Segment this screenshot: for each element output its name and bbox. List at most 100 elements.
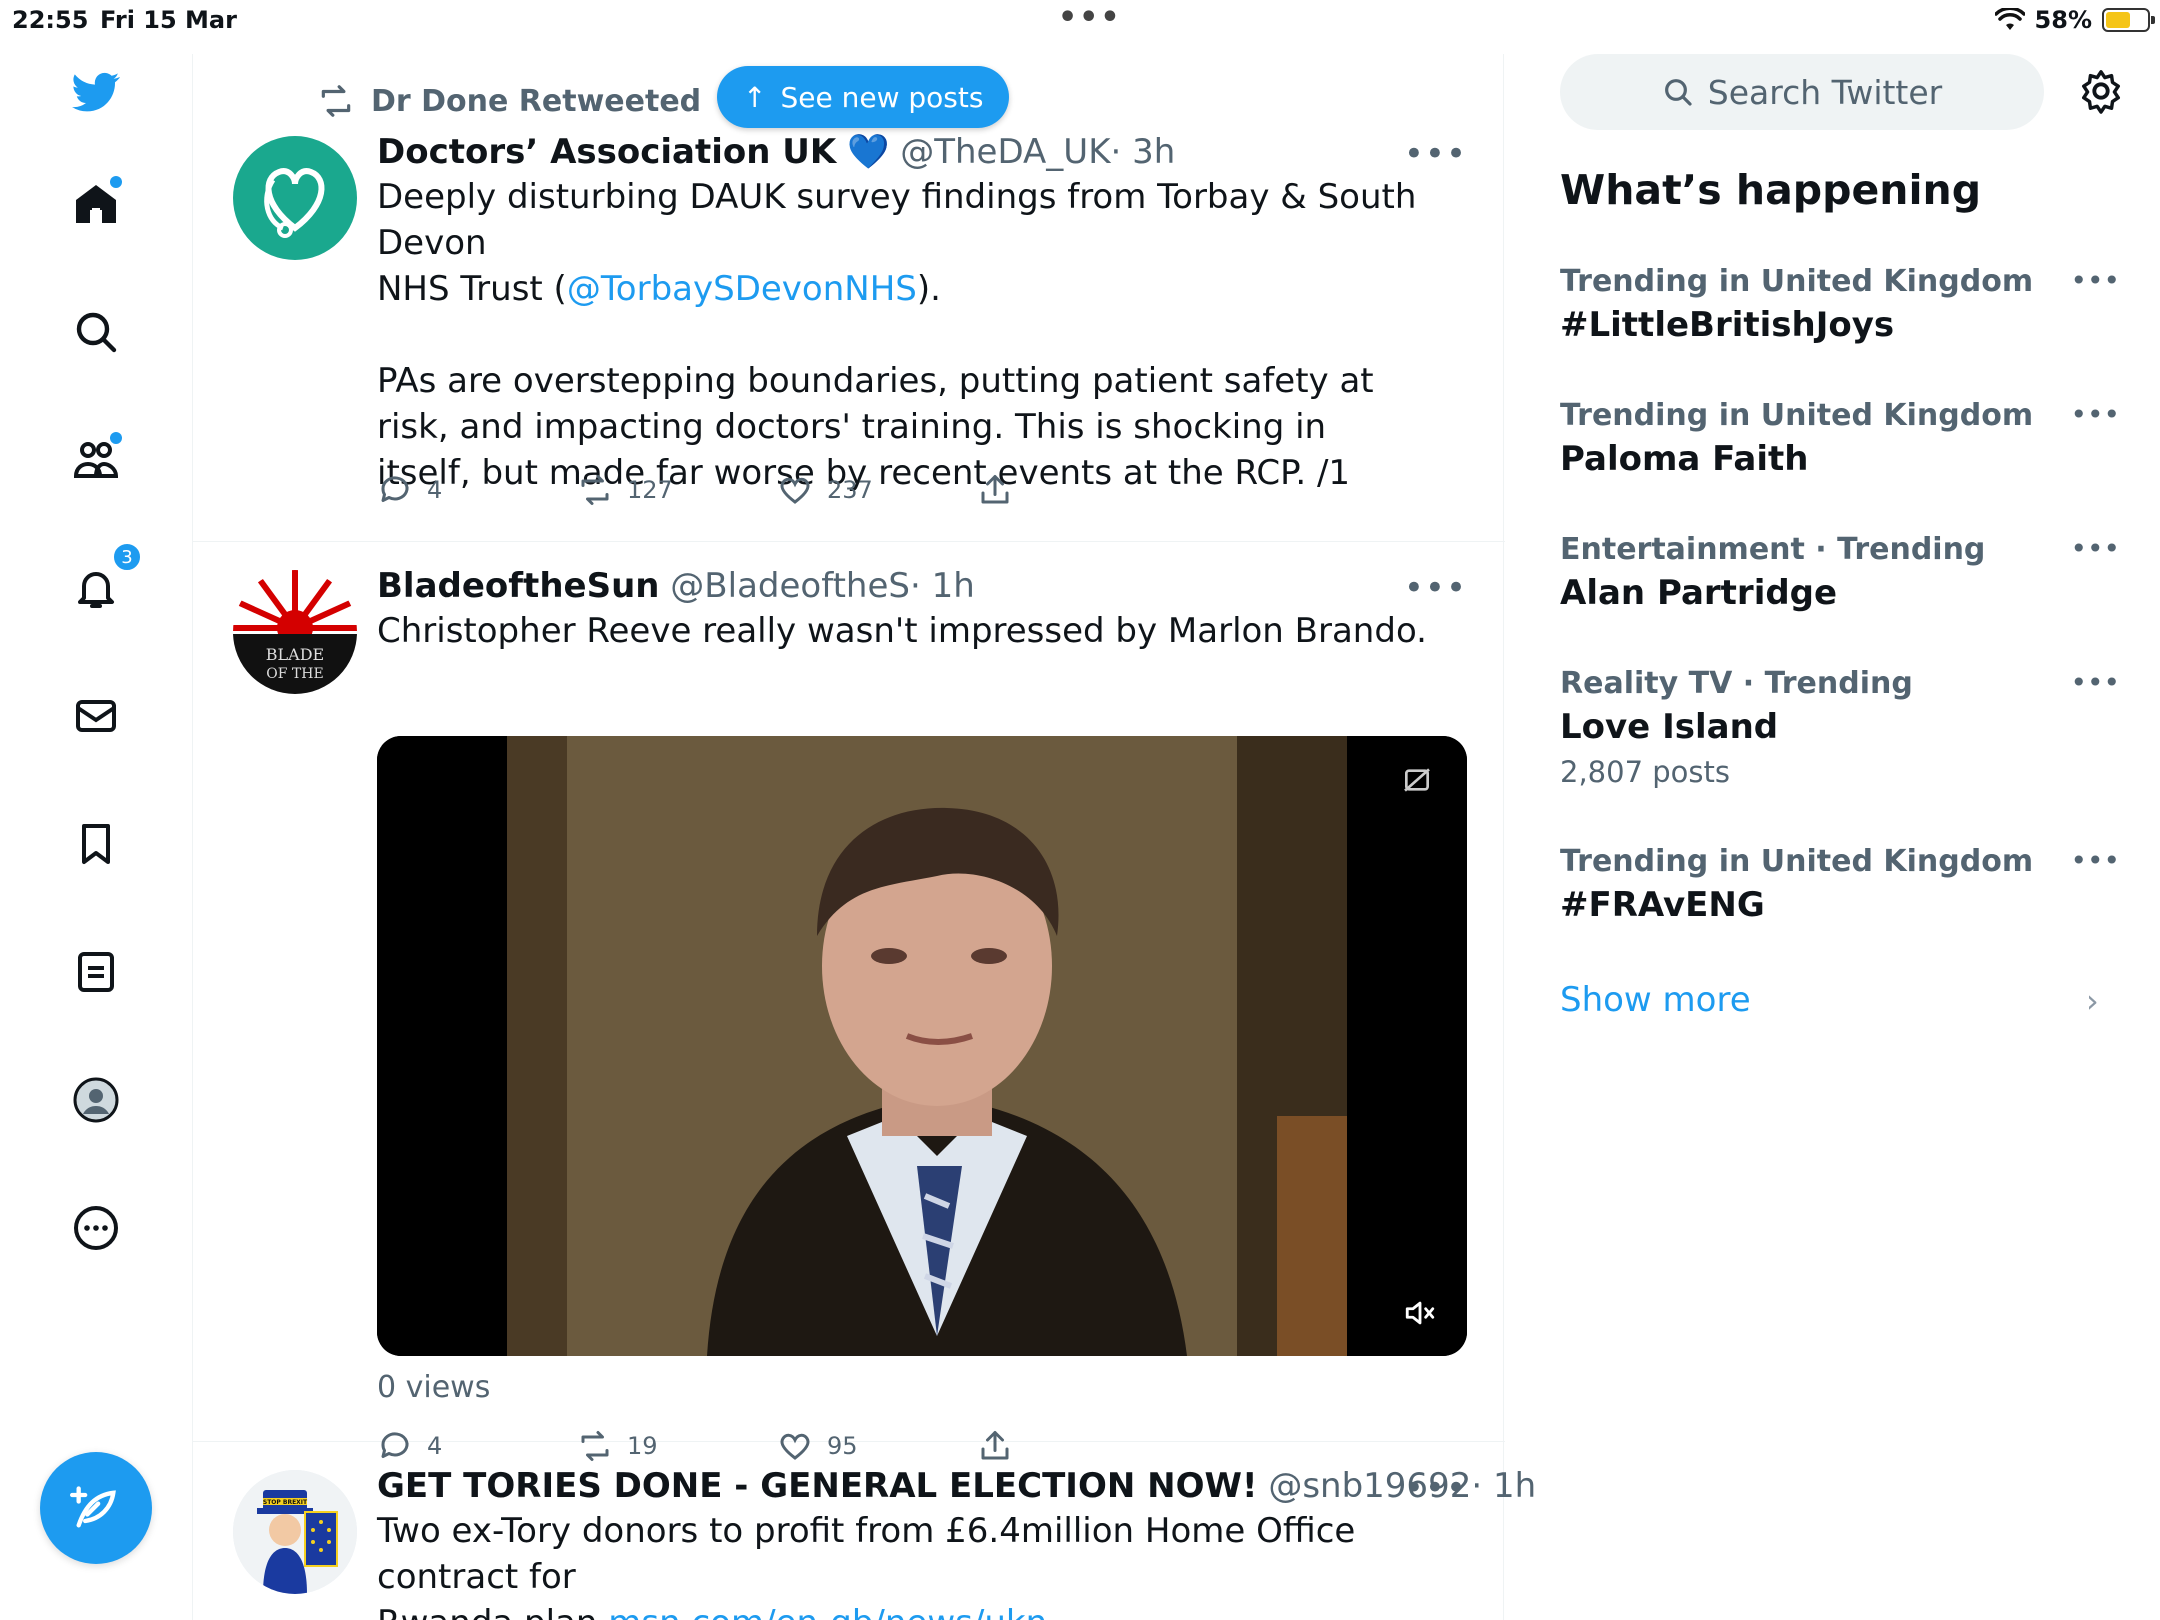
tweet-more-icon[interactable]: •••: [1404, 134, 1467, 174]
retweet-count: 127: [627, 476, 673, 504]
lists-icon: [78, 952, 114, 992]
tweet-text: Deeply disturbing DAUK survey findings f…: [377, 174, 1467, 496]
trend-item[interactable]: Entertainment · Trending Alan Partridge …: [1560, 532, 2120, 613]
author-name[interactable]: Doctors’ Association UK: [377, 132, 836, 172]
tweet-more-icon[interactable]: •••: [1404, 1468, 1467, 1508]
chevron-right-icon[interactable]: ›: [2086, 982, 2099, 1020]
trend-post-count: 2,807 posts: [1560, 755, 1730, 789]
trend-more-icon[interactable]: •••: [2070, 844, 2120, 877]
nav-home[interactable]: [64, 172, 128, 236]
side-navigation: 3: [0, 40, 192, 1620]
article-link[interactable]: msn.com/en-gb/news/ukn…: [608, 1603, 1081, 1620]
search-icon: [76, 312, 117, 353]
reply-button[interactable]: 4: [377, 472, 577, 508]
nav-communities[interactable]: [64, 428, 128, 492]
compose-tweet-button[interactable]: [40, 1452, 152, 1564]
tweet-text-fragment: NHS Trust (: [377, 269, 567, 309]
search-icon: [1664, 79, 1692, 106]
retweet-button[interactable]: 127: [577, 472, 777, 508]
twitter-logo-icon[interactable]: [64, 60, 128, 124]
avatar-text: BLADE: [266, 645, 324, 664]
tweet-header: Doctors’ Association UK 💙 @TheDA_UK· 3h: [377, 132, 1467, 172]
trend-meta: Trending in United Kingdom: [1560, 844, 2034, 879]
author-name[interactable]: GET TORIES DONE - GENERAL ELECTION NOW!: [377, 1466, 1258, 1506]
avatar[interactable]: STOP BREXIT: [233, 1470, 357, 1594]
tweet-bladeofthesun[interactable]: BLADE OF THE BladeoftheSun @BladeoftheS·…: [193, 542, 1505, 1461]
reply-count: 4: [427, 476, 443, 504]
search-input[interactable]: Search Twitter: [1560, 54, 2044, 130]
trend-item[interactable]: Trending in United Kingdom Paloma Faith …: [1560, 398, 2120, 479]
nav-bookmarks[interactable]: [64, 812, 128, 876]
trend-item[interactable]: Reality TV · Trending Love Island 2,807 …: [1560, 666, 2120, 789]
gear-icon[interactable]: [2078, 68, 2124, 114]
trend-meta: Reality TV · Trending: [1560, 666, 1913, 701]
whats-happening-title: What’s happening: [1560, 166, 1982, 214]
status-bar: 22:55 Fri 15 Mar ••• 58%: [0, 0, 2160, 40]
nav-more[interactable]: [64, 1196, 128, 1260]
home-unread-dot: [110, 176, 122, 188]
author-name[interactable]: BladeoftheSun: [377, 566, 659, 606]
nav-notifications[interactable]: 3: [64, 542, 142, 620]
bell-icon: [78, 572, 114, 608]
share-button[interactable]: [977, 472, 1177, 508]
more-circle-icon: [74, 1206, 118, 1250]
avatar[interactable]: BLADE OF THE: [233, 570, 357, 694]
author-handle[interactable]: @BladeoftheS: [670, 566, 910, 606]
nav-lists[interactable]: [64, 940, 128, 1004]
trend-more-icon[interactable]: •••: [2070, 666, 2120, 699]
retweet-icon: [321, 85, 351, 117]
timeline: ↑ See new posts Dr Done Retweeted Doctor…: [192, 54, 1536, 1620]
tweet-more-icon[interactable]: •••: [1404, 568, 1467, 608]
video-player[interactable]: [377, 736, 1467, 1356]
tweet-text-fragment: ).: [916, 269, 941, 309]
tweet-text: Two ex-Tory donors to profit from £6.4mi…: [377, 1508, 1467, 1620]
video-frame: [377, 736, 1467, 1356]
trend-more-icon[interactable]: •••: [2070, 264, 2120, 297]
trend-meta: Trending in United Kingdom: [1560, 398, 2034, 433]
trend-item[interactable]: Trending in United Kingdom #FRAvENG •••: [1560, 844, 2120, 925]
search-placeholder: Search Twitter: [1707, 72, 1943, 112]
tweet-time[interactable]: · 1h: [910, 566, 975, 606]
tweet-dauk[interactable]: Dr Done Retweeted Doctors’ Association U…: [193, 54, 1505, 542]
feather-plus-icon: [70, 1486, 116, 1528]
like-button[interactable]: 237: [777, 472, 977, 508]
trend-more-icon[interactable]: •••: [2070, 532, 2120, 565]
tweet-text-fragment: Rwanda plan: [377, 1603, 608, 1620]
trend-meta: Trending in United Kingdom: [1560, 264, 2034, 299]
svg-text:STOP BREXIT: STOP BREXIT: [263, 1499, 308, 1506]
tweet-actions: 4 127 237: [377, 472, 1177, 508]
reply-icon: [381, 476, 409, 502]
mute-icon[interactable]: [1403, 1296, 1437, 1330]
nav-messages[interactable]: [64, 684, 128, 748]
nav-explore[interactable]: [64, 300, 128, 364]
tweet-snb19692[interactable]: STOP BREXIT GET TORIES DONE - GENERAL EL…: [193, 1442, 1536, 1620]
trend-item[interactable]: Trending in United Kingdom #LittleBritis…: [1560, 264, 2120, 345]
tweet-time[interactable]: · 1h: [1471, 1466, 1536, 1506]
tweet-text-line: Deeply disturbing DAUK survey findings f…: [377, 177, 1417, 263]
rising-sun-avatar-icon: BLADE OF THE: [233, 570, 357, 694]
status-time: 22:55: [12, 6, 89, 34]
like-count: 237: [827, 476, 873, 504]
nav-profile[interactable]: [64, 1068, 128, 1132]
sensitive-content-icon[interactable]: [1401, 764, 1433, 796]
author-handle[interactable]: @TheDA_UK: [900, 132, 1110, 172]
show-more-link[interactable]: Show more: [1560, 980, 1751, 1020]
wifi-icon: [1994, 8, 2025, 30]
bookmark-icon: [82, 824, 110, 864]
retweeted-by: Dr Done Retweeted: [371, 83, 702, 119]
share-icon: [981, 475, 1009, 504]
tweet-text-line: NHS Trust (@TorbaySDevonNHS).: [377, 266, 1467, 312]
mention-link[interactable]: @TorbaySDevonNHS: [567, 269, 917, 309]
trend-meta: Entertainment · Trending: [1560, 532, 1986, 567]
tweet-text-line: Two ex-Tory donors to profit from £6.4mi…: [377, 1511, 1356, 1597]
avatar[interactable]: [233, 136, 357, 260]
multitasking-dots-icon[interactable]: •••: [1058, 0, 1122, 35]
tweet-time[interactable]: · 3h: [1111, 132, 1176, 172]
tweet-header: GET TORIES DONE - GENERAL ELECTION NOW! …: [377, 1466, 1536, 1506]
bird-icon: [72, 72, 120, 112]
heart-icon: [780, 477, 810, 504]
trend-topic: Love Island: [1560, 707, 1779, 747]
notifications-badge: 3: [112, 542, 142, 572]
verified-heart-icon: 💙: [847, 132, 890, 172]
trend-more-icon[interactable]: •••: [2070, 398, 2120, 431]
